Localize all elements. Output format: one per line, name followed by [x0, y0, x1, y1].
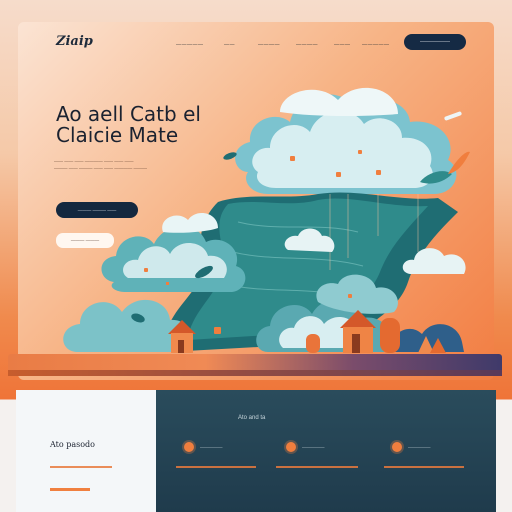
platform-stage: [8, 354, 502, 370]
big-cloud: [235, 87, 457, 194]
nav-cta-button[interactable]: ——————: [404, 34, 466, 50]
footer-right-panel: [156, 390, 496, 512]
footer-left-text-line: [50, 466, 112, 468]
secondary-cta-button[interactable]: ——— ———: [56, 233, 114, 248]
orange-circle-icon: [286, 442, 296, 452]
orange-circle-icon: [392, 442, 402, 452]
primary-cta-button[interactable]: ——— ——— ——: [56, 202, 138, 218]
brand-logo[interactable]: Ziaip: [56, 34, 93, 49]
nav-link-5[interactable]: ———: [334, 42, 351, 48]
feature-line-3: [384, 466, 464, 468]
nav-link-2[interactable]: ——: [224, 42, 235, 48]
nav-link-6[interactable]: —————: [362, 42, 390, 48]
hero-subtext: —— —— —— ———— —— —— —— ——— —— ——— —— —— …: [54, 158, 194, 172]
footer-left-title: Ato pasodo: [50, 440, 95, 449]
nav-link-4[interactable]: ————: [296, 42, 318, 48]
hero-subtext-line-1: —— —— —— ———— —— —— ——: [54, 159, 134, 164]
hero-headline: Ao aell Catb el Claicie Mate: [56, 104, 201, 146]
hero-section: Ziaip ————— —— ———— ———— ——— ————— —————…: [18, 22, 494, 380]
footer-left-accent-line: [50, 488, 90, 491]
feature-line-2: [276, 466, 358, 468]
hero-headline-line-2: Claicie Mate: [56, 123, 179, 147]
cloud-illustration: [63, 87, 470, 353]
hero-subtext-line-2: ——— —— ——— —— —— ———— ———: [54, 166, 148, 171]
hero-headline-line-1: Ao aell Catb el: [56, 102, 201, 126]
orange-circle-icon: [184, 442, 194, 452]
feature-label-3: —————: [408, 445, 431, 450]
feature-label-1: —————: [200, 445, 223, 450]
nav-link-3[interactable]: ————: [258, 42, 280, 48]
feature-line-1: [176, 466, 256, 468]
nav-link-1[interactable]: —————: [176, 42, 204, 48]
footer-section-title: Ato and ta: [238, 415, 266, 421]
platform-shadow: [8, 370, 502, 376]
feature-label-2: —————: [302, 445, 325, 450]
footer-left-panel: [16, 390, 156, 512]
